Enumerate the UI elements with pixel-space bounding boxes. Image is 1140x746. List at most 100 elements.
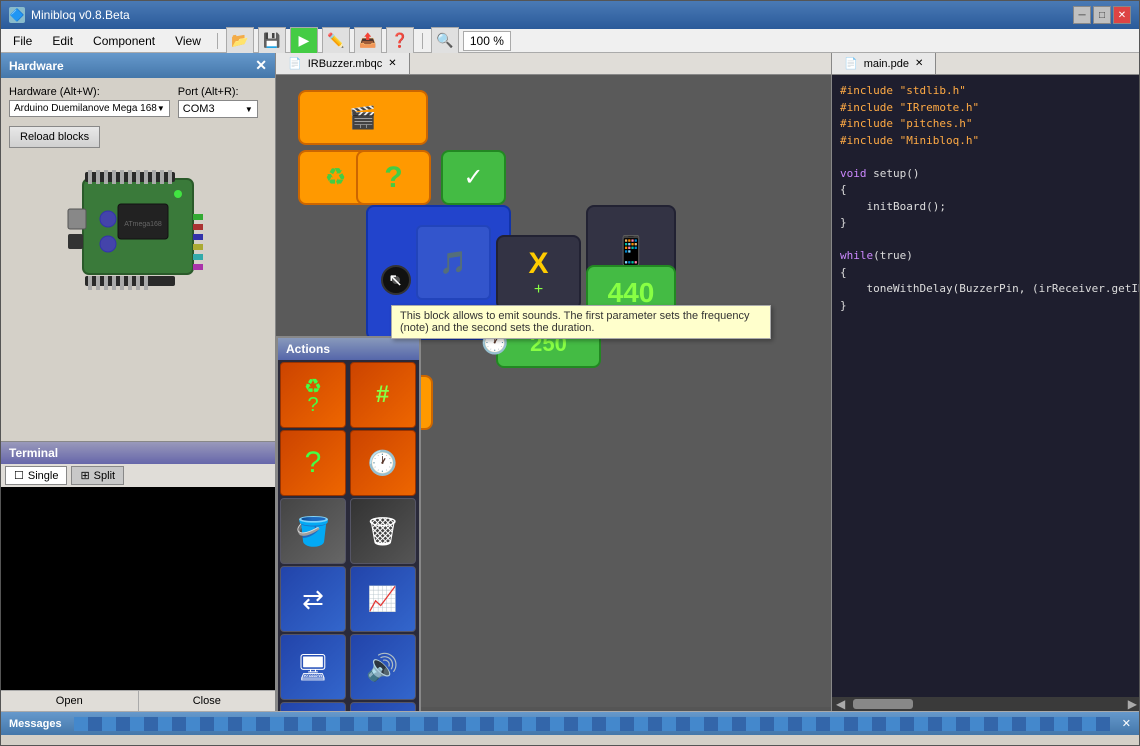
scroll-left-btn[interactable]: ◀	[832, 697, 849, 711]
hardware-panel-title: Hardware	[9, 59, 64, 73]
canvas-area[interactable]: 🎬 ♻ ? ✓ 🎵	[276, 75, 831, 707]
toolbar-run-button[interactable]: ▶	[290, 27, 318, 55]
action-speaker-icon: 🔊	[366, 652, 398, 683]
menu-file[interactable]: File	[5, 32, 40, 50]
reload-blocks-button[interactable]: Reload blocks	[9, 126, 100, 148]
multiply-block[interactable]: X +	[496, 235, 581, 310]
action-btn-scanner[interactable]: 📷	[350, 702, 416, 711]
actions-header: Actions	[278, 338, 419, 360]
code-line-6: void setup()	[840, 166, 1133, 183]
toolbar-help-button[interactable]: ❓	[386, 27, 414, 55]
x-icon: X	[528, 247, 548, 281]
single-tab-icon: ☐	[14, 469, 24, 482]
plus-icon: +	[534, 281, 543, 299]
action-btn-chart[interactable]: 📈	[350, 566, 416, 632]
hardware-dropdown-arrow[interactable]: ▼	[157, 104, 165, 113]
zoom-icon: 🔍	[431, 27, 459, 55]
terminal-header: Terminal	[1, 442, 275, 464]
code-line-1: #include "stdlib.h"	[840, 83, 1133, 100]
messages-bar: Messages ✕	[1, 711, 1139, 735]
hardware-panel-close[interactable]: ✕	[255, 57, 267, 74]
single-tab-label: Single	[28, 470, 59, 482]
terminal-panel: Terminal ☐ Single ⊞ Split Open Close	[1, 441, 275, 711]
action-monitor-icon: 🖥	[296, 652, 329, 683]
code-scrollbar-h[interactable]: ◀ ▶	[832, 697, 1140, 711]
toolbar-open-button[interactable]: 📂	[226, 27, 254, 55]
tab-main-pde[interactable]: 📄 main.pde ✕	[832, 53, 936, 74]
tab-label-irbuzzer: IRBuzzer.mbqc	[308, 58, 383, 70]
code-line-5	[840, 149, 1133, 166]
music-icon: 🎵	[440, 250, 467, 276]
title-bar: 🔷 Minibloq v0.8.Beta ─ □ ✕	[1, 1, 1139, 29]
check-block[interactable]: ✓	[441, 150, 506, 205]
question-block-orange[interactable]: ?	[356, 150, 431, 205]
toolbar-save-button[interactable]: 💾	[258, 27, 286, 55]
action-bucket2-icon: 🗑	[365, 515, 401, 548]
code-line-12: {	[840, 265, 1133, 282]
code-editor: #include "stdlib.h" #include "IRremote.h…	[832, 75, 1140, 697]
toolbar-separator	[422, 33, 423, 49]
action-bucket-icon: 🪣	[296, 515, 331, 548]
terminal-open-button[interactable]: Open	[1, 691, 139, 711]
close-button[interactable]: ✕	[1113, 6, 1131, 24]
hardware-panel-header: Hardware ✕	[1, 53, 275, 78]
action-btn-arrows[interactable]: ⇄	[280, 566, 346, 632]
code-line-9: }	[840, 215, 1133, 232]
action-hash-icon: #	[376, 381, 389, 409]
refresh-icon-1: ♻	[325, 163, 347, 192]
port-dropdown-arrow[interactable]: ▼	[245, 105, 253, 114]
split-tab-icon: ⊞	[80, 469, 89, 482]
arduino-svg: ATmega168	[63, 164, 213, 294]
minimize-button[interactable]: ─	[1073, 6, 1091, 24]
hardware-content: Hardware (Alt+W): Arduino Duemilanove Me…	[1, 78, 275, 441]
scroll-right-btn[interactable]: ▶	[1124, 697, 1140, 711]
code-line-7: {	[840, 182, 1133, 199]
split-tab-label: Split	[94, 470, 115, 482]
port-select[interactable]: COM3 ▼	[178, 100, 258, 118]
phone-icon: 📱	[614, 234, 649, 267]
canvas-tab-bar: 📄 IRBuzzer.mbqc ✕	[276, 53, 831, 75]
action-btn-bucket[interactable]: 🪣	[280, 498, 346, 564]
maximize-button[interactable]: □	[1093, 6, 1111, 24]
action-btn-bucket2[interactable]: 🗑	[350, 498, 416, 564]
code-line-10	[840, 232, 1133, 249]
code-tab-close[interactable]: ✕	[915, 58, 923, 69]
action-btn-monitor[interactable]: 🖥	[280, 634, 346, 700]
hardware-select[interactable]: Arduino Duemilanove Mega 168 ▼	[9, 100, 170, 117]
code-tab-icon: 📄	[844, 57, 858, 70]
toolbar-edit-button[interactable]: ✏️	[322, 27, 350, 55]
menu-component[interactable]: Component	[85, 32, 163, 50]
film-block[interactable]: 🎬	[298, 90, 428, 145]
action-btn-gear[interactable]: ⚙	[280, 702, 346, 711]
toolbar-upload-button[interactable]: 📤	[354, 27, 382, 55]
hardware-value: Arduino Duemilanove Mega 168	[14, 103, 157, 114]
code-line-14: }	[840, 298, 1133, 315]
messages-close-icon[interactable]: ✕	[1122, 717, 1131, 730]
menu-separator	[217, 33, 218, 49]
main-layout: Hardware ✕ Hardware (Alt+W): Arduino Due…	[1, 53, 1140, 711]
music-block[interactable]: 🎵	[416, 225, 491, 300]
question-icon-orange: ?	[384, 161, 402, 195]
arduino-board-image: ATmega168	[9, 164, 267, 294]
action-arrows-icon: ⇄	[302, 584, 324, 615]
left-panel: Hardware ✕ Hardware (Alt+W): Arduino Due…	[1, 53, 276, 711]
port-field-group: Port (Alt+R): COM3 ▼	[178, 86, 258, 118]
terminal-tab-single[interactable]: ☐ Single	[5, 466, 67, 485]
menu-edit[interactable]: Edit	[44, 32, 81, 50]
h-scroll-thumb[interactable]	[853, 699, 913, 709]
tab-icon-irbuzzer: 📄	[288, 57, 302, 70]
action-btn-clock[interactable]: 🕐	[350, 430, 416, 496]
terminal-close-button[interactable]: Close	[139, 691, 276, 711]
action-btn-hash[interactable]: #	[350, 362, 416, 428]
terminal-tab-split[interactable]: ⊞ Split	[71, 466, 124, 485]
action-btn-question2[interactable]: ?	[280, 430, 346, 496]
svg-text:ATmega168: ATmega168	[124, 221, 162, 228]
hardware-field-group: Hardware (Alt+W): Arduino Duemilanove Me…	[9, 86, 170, 118]
app-title: Minibloq v0.8.Beta	[31, 8, 1073, 22]
tab-irbuzzer[interactable]: 📄 IRBuzzer.mbqc ✕	[276, 53, 410, 74]
action-btn-speaker[interactable]: 🔊	[350, 634, 416, 700]
menu-view[interactable]: View	[167, 32, 209, 50]
code-line-4: #include "Minibloq.h"	[840, 133, 1133, 150]
tab-close-irbuzzer[interactable]: ✕	[388, 58, 396, 69]
action-btn-question[interactable]: ♻ ?	[280, 362, 346, 428]
